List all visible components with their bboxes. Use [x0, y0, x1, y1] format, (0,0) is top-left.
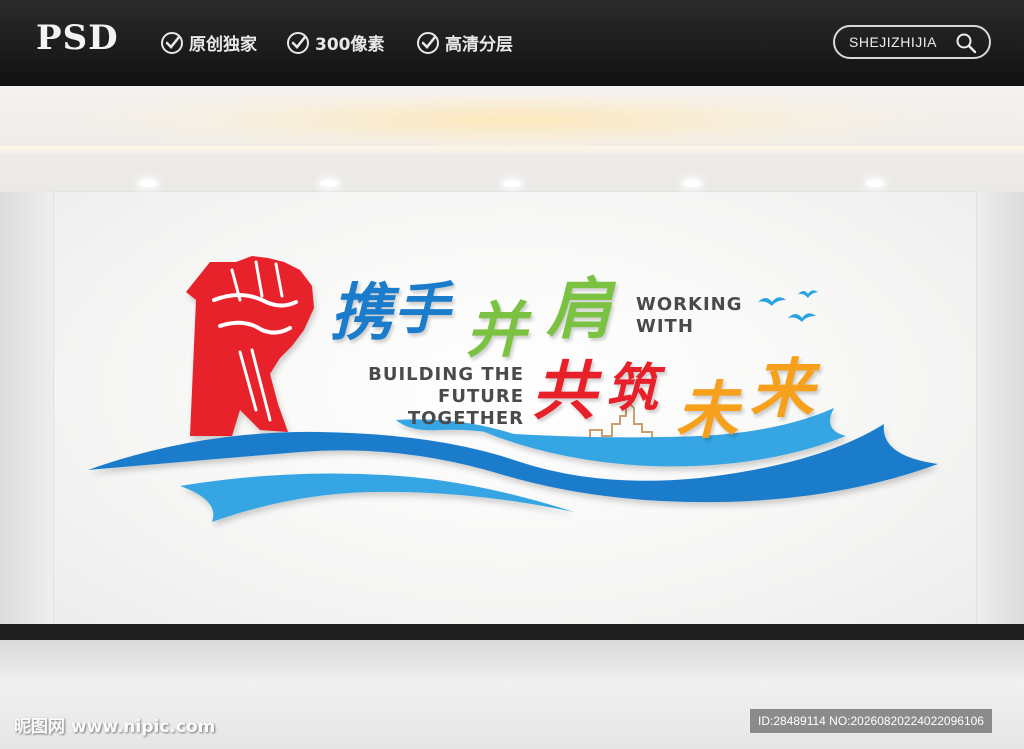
watermark-id: ID:28489114 NO:20260820224022096106 [750, 709, 992, 733]
fist-icon [186, 256, 314, 436]
slogan-char: 并 [466, 296, 526, 366]
slogan-char: 共 [532, 355, 596, 429]
watermark-site: 昵图网 www.nipic.com [14, 717, 216, 737]
slogan-char: 手 [394, 277, 450, 342]
slogan-char: 肩 [546, 271, 612, 348]
tagline-line: WORKING [636, 294, 743, 315]
slogan-char: 来 [750, 353, 814, 427]
tagline-line: BUILDING THE [368, 364, 524, 385]
tagline-right: WORKING WITH [636, 294, 743, 338]
tagline-left: BUILDING THE FUTURE TOGETHER [332, 364, 524, 430]
tagline-line: WITH [636, 316, 694, 337]
slogan-char: 携 [330, 276, 393, 349]
birds-icon [758, 290, 818, 322]
slogan-char: 未 [676, 374, 739, 447]
tagline-line: FUTURE TOGETHER [407, 386, 524, 429]
slogan-char: 筑 [606, 359, 659, 419]
